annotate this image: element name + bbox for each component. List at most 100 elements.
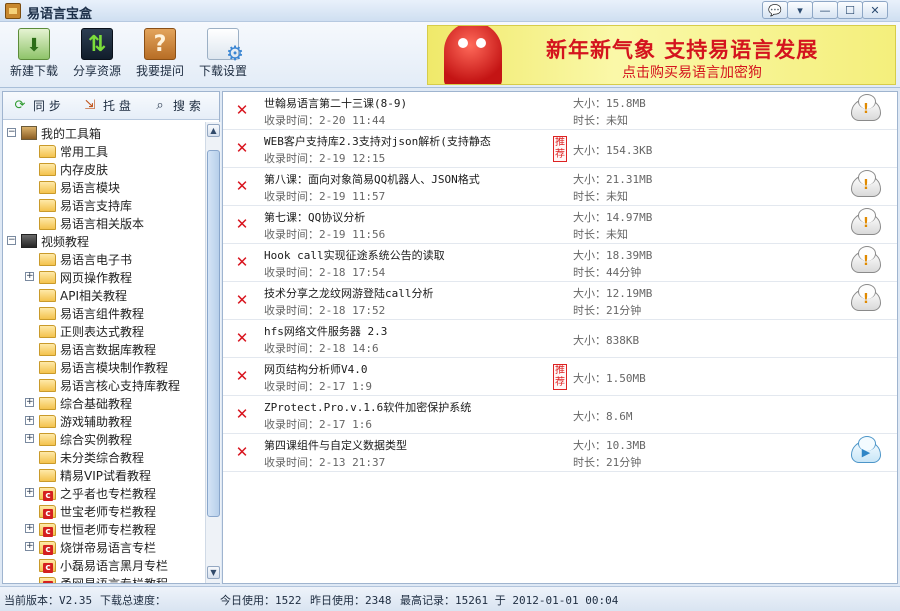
tree-node-video-item[interactable]: 综合实例教程 <box>39 430 132 448</box>
download-settings-button[interactable]: 下载设置 <box>193 28 253 86</box>
folder-icon <box>39 306 56 320</box>
tree-node-video-item[interactable]: 易语言模块制作教程 <box>39 358 168 376</box>
tree-node-video-item[interactable]: 易语言组件教程 <box>39 304 144 322</box>
ask-button[interactable]: 我要提问 <box>130 28 190 86</box>
folder-icon <box>39 180 56 194</box>
close-button[interactable]: ✕ <box>862 1 888 19</box>
share-button[interactable]: 分享资源 <box>67 28 127 86</box>
delete-x-icon[interactable]: ✕ <box>235 141 249 156</box>
item-duration: 时长：未知 <box>573 190 628 203</box>
tree-node-toolbox-item[interactable]: 易语言支持库 <box>39 196 132 214</box>
record-text: 最高记录：15261 于 2012-01-01 00:04 <box>400 594 619 607</box>
list-item[interactable]: ✕ 网页结构分析师V4.0 收录时间：2-17 1:9 推荐 大小：1.50MB <box>223 358 897 396</box>
delete-x-icon[interactable]: ✕ <box>235 217 249 232</box>
list-item[interactable]: ✕ 第七课：QQ协议分析 收录时间：2-19 11:56 大小：14.97MB … <box>223 206 897 244</box>
delete-x-icon[interactable]: ✕ <box>235 293 249 308</box>
expand-toggle[interactable]: + <box>25 272 34 281</box>
maximize-button[interactable]: ☐ <box>837 1 863 19</box>
list-item[interactable]: ✕ Hook call实现征途系统公告的读取 收录时间：2-18 17:54 大… <box>223 244 897 282</box>
search-tab[interactable]: ⌕ 搜 索 <box>153 97 200 114</box>
expand-toggle[interactable]: + <box>25 524 34 533</box>
item-title: 第八课：面向对象简易QQ机器人、JSON格式 <box>264 173 480 186</box>
tray-tab[interactable]: ⇲ 托 盘 <box>83 97 131 114</box>
delete-x-icon[interactable]: ✕ <box>235 331 249 346</box>
cloud-warning-icon[interactable]: ! <box>851 94 881 121</box>
list-item[interactable]: ✕ 第四课组件与自定义数据类型 收录时间：2-13 21:37 大小：10.3M… <box>223 434 897 472</box>
scroll-down-icon[interactable]: ▼ <box>207 566 220 579</box>
delete-x-icon[interactable]: ✕ <box>235 179 249 194</box>
new-download-button[interactable]: 新建下载 <box>4 28 64 86</box>
tree-node-video-item[interactable]: 易语言电子书 <box>39 250 132 268</box>
folder-icon <box>39 468 56 482</box>
tree-node-video-item[interactable]: 精易VIP试看教程 <box>39 466 151 484</box>
tree-node-toolbox-item[interactable]: 易语言相关版本 <box>39 214 144 232</box>
tree-node-video-item[interactable]: 易语言数据库教程 <box>39 340 156 358</box>
minimize-button[interactable]: — <box>812 1 838 19</box>
cloud-warning-icon[interactable]: ! <box>851 208 881 235</box>
list-item[interactable]: ✕ 第八课：面向对象简易QQ机器人、JSON格式 收录时间：2-19 11:57… <box>223 168 897 206</box>
tree-node-video-item[interactable]: 正则表达式教程 <box>39 322 144 340</box>
tree-node-toolbox[interactable]: 我的工具箱 <box>21 124 101 142</box>
tree-node-video-item[interactable]: API相关教程 <box>39 286 127 304</box>
delete-x-icon[interactable]: ✕ <box>235 103 249 118</box>
expand-toggle[interactable]: + <box>25 542 34 551</box>
ad-banner[interactable]: 新年新气象 支持易语言发展 点击购买易语言加密狗 <box>427 25 896 85</box>
item-size: 大小：838KB <box>573 334 640 347</box>
tree-node-label: API相关教程 <box>60 288 127 303</box>
cloud-play-icon[interactable]: ▶ <box>851 436 881 463</box>
list-item[interactable]: ✕ ZProtect.Pro.v.1.6软件加密保护系统 收录时间：2-17 1… <box>223 396 897 434</box>
panel-tabs: ⟳ 同 步 ⇲ 托 盘 ⌕ 搜 索 <box>3 92 219 120</box>
tree-node-video-item[interactable]: 游戏辅助教程 <box>39 412 132 430</box>
expand-toggle[interactable]: + <box>25 416 34 425</box>
collapse-video-toggle[interactable]: − <box>7 236 16 245</box>
folder-icon <box>39 450 56 464</box>
scroll-thumb[interactable] <box>207 150 220 517</box>
list-item[interactable]: ✕ 世翰易语言第二十三课(8-9) 收录时间：2-20 11:44 大小：15.… <box>223 92 897 130</box>
tree-node-label: 易语言支持库 <box>60 198 133 213</box>
delete-x-icon[interactable]: ✕ <box>235 255 249 270</box>
folder-icon <box>39 216 56 230</box>
tree-node-video-item[interactable]: 易语言核心支持库教程 <box>39 376 180 394</box>
expand-toggle[interactable]: + <box>25 398 34 407</box>
list-item[interactable]: ✕ hfs网络文件服务器 2.3 收录时间：2-18 14:6 大小：838KB <box>223 320 897 358</box>
delete-x-icon[interactable]: ✕ <box>235 445 249 460</box>
folder-icon <box>39 378 56 392</box>
tree-node-toolbox-item[interactable]: 易语言模块 <box>39 178 120 196</box>
list-item[interactable]: ✕ 技术分享之龙纹网游登陆call分析 收录时间：2-18 17:52 大小：1… <box>223 282 897 320</box>
tree-node-video-item[interactable]: 综合基础教程 <box>39 394 132 412</box>
expand-toggle[interactable]: + <box>25 434 34 443</box>
sync-label: 同 步 <box>33 99 61 113</box>
tree-node-video-item[interactable]: 世宝老师专栏教程 <box>39 502 156 520</box>
tree-node-video-item[interactable]: 世恒老师专栏教程 <box>39 520 156 538</box>
toolbox-icon <box>21 126 37 140</box>
download-settings-label: 下载设置 <box>198 64 247 78</box>
folder-icon <box>39 198 56 212</box>
tree-node-video-item[interactable]: 未分类综合教程 <box>39 448 144 466</box>
tree-node-video-item[interactable]: 小磊易语言黑月专栏 <box>39 556 168 574</box>
tree-node-video-item[interactable]: 甬网易语言专栏教程 <box>39 574 168 583</box>
list-item[interactable]: ✕ WEB客户支持库2.3支持对json解析(支持静态 收录时间：2-19 12… <box>223 130 897 168</box>
folder-icon <box>39 144 56 158</box>
tree-node-video-item[interactable]: 烧饼帝易语言专栏 <box>39 538 156 556</box>
app-title: 易语言宝盒 <box>27 7 93 22</box>
tree-node-video-item[interactable]: 网页操作教程 <box>39 268 132 286</box>
tree-node-video-item[interactable]: 之乎者也专栏教程 <box>39 484 156 502</box>
scroll-up-icon[interactable]: ▲ <box>207 124 220 137</box>
tray-label: 托 盘 <box>103 99 131 113</box>
delete-x-icon[interactable]: ✕ <box>235 369 249 384</box>
item-time: 收录时间：2-18 17:52 <box>264 304 386 317</box>
tree-node-label: 未分类综合教程 <box>60 450 145 465</box>
feedback-button[interactable]: 💬 <box>762 1 788 19</box>
tree-scrollbar[interactable]: ▲ ▼ <box>205 122 221 583</box>
cloud-warning-icon[interactable]: ! <box>851 170 881 197</box>
sync-tab[interactable]: ⟳ 同 步 <box>13 97 61 114</box>
cloud-warning-icon[interactable]: ! <box>851 284 881 311</box>
cloud-warning-icon[interactable]: ! <box>851 246 881 273</box>
tree-node-video[interactable]: 视频教程 <box>21 232 89 250</box>
menu-button[interactable]: ▾ <box>787 1 813 19</box>
tree-node-toolbox-item[interactable]: 常用工具 <box>39 142 108 160</box>
expand-toggle[interactable]: + <box>25 488 34 497</box>
delete-x-icon[interactable]: ✕ <box>235 407 249 422</box>
tree-node-toolbox-item[interactable]: 内存皮肤 <box>39 160 108 178</box>
collapse-toolbox-toggle[interactable]: − <box>7 128 16 137</box>
